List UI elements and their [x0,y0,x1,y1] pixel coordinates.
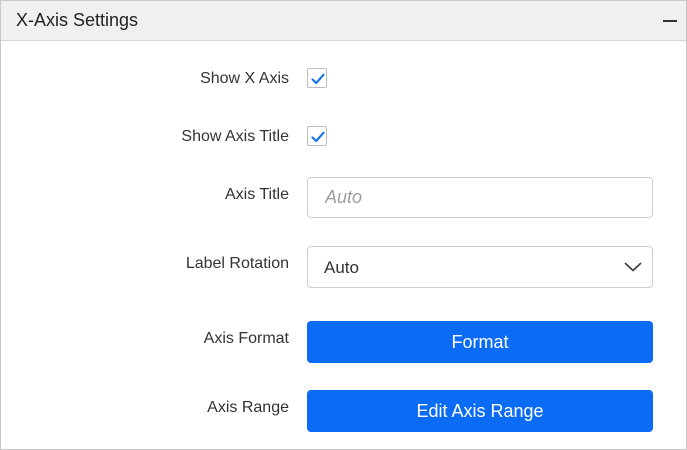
show-axis-title-label: Show Axis Title [181,128,289,145]
show-x-axis-checkbox[interactable] [307,68,327,88]
label-rotation-value: Auto [324,258,359,277]
panel-header: X-Axis Settings [1,1,686,41]
axis-title-label: Axis Title [224,186,289,203]
minus-icon [663,20,677,22]
panel-title: X-Axis Settings [16,10,139,30]
show-x-axis-label: Show X Axis [200,70,289,87]
show-axis-title-checkbox[interactable] [307,126,327,146]
x-axis-settings-panel: X-Axis Settings Show X Axis Show Axis Ti… [0,0,687,450]
axis-title-input[interactable] [307,177,653,218]
axis-range-label: Axis Range [207,399,289,416]
format-button[interactable]: Format [307,321,653,363]
collapse-button[interactable] [661,9,681,33]
label-rotation-label: Label Rotation [185,255,289,272]
label-rotation-dropdown[interactable]: Auto [307,246,653,288]
chevron-down-icon [624,262,642,272]
checkmark-icon [311,73,325,85]
edit-axis-range-button[interactable]: Edit Axis Range [307,390,653,432]
axis-format-label: Axis Format [203,330,289,347]
checkmark-icon [311,131,325,143]
